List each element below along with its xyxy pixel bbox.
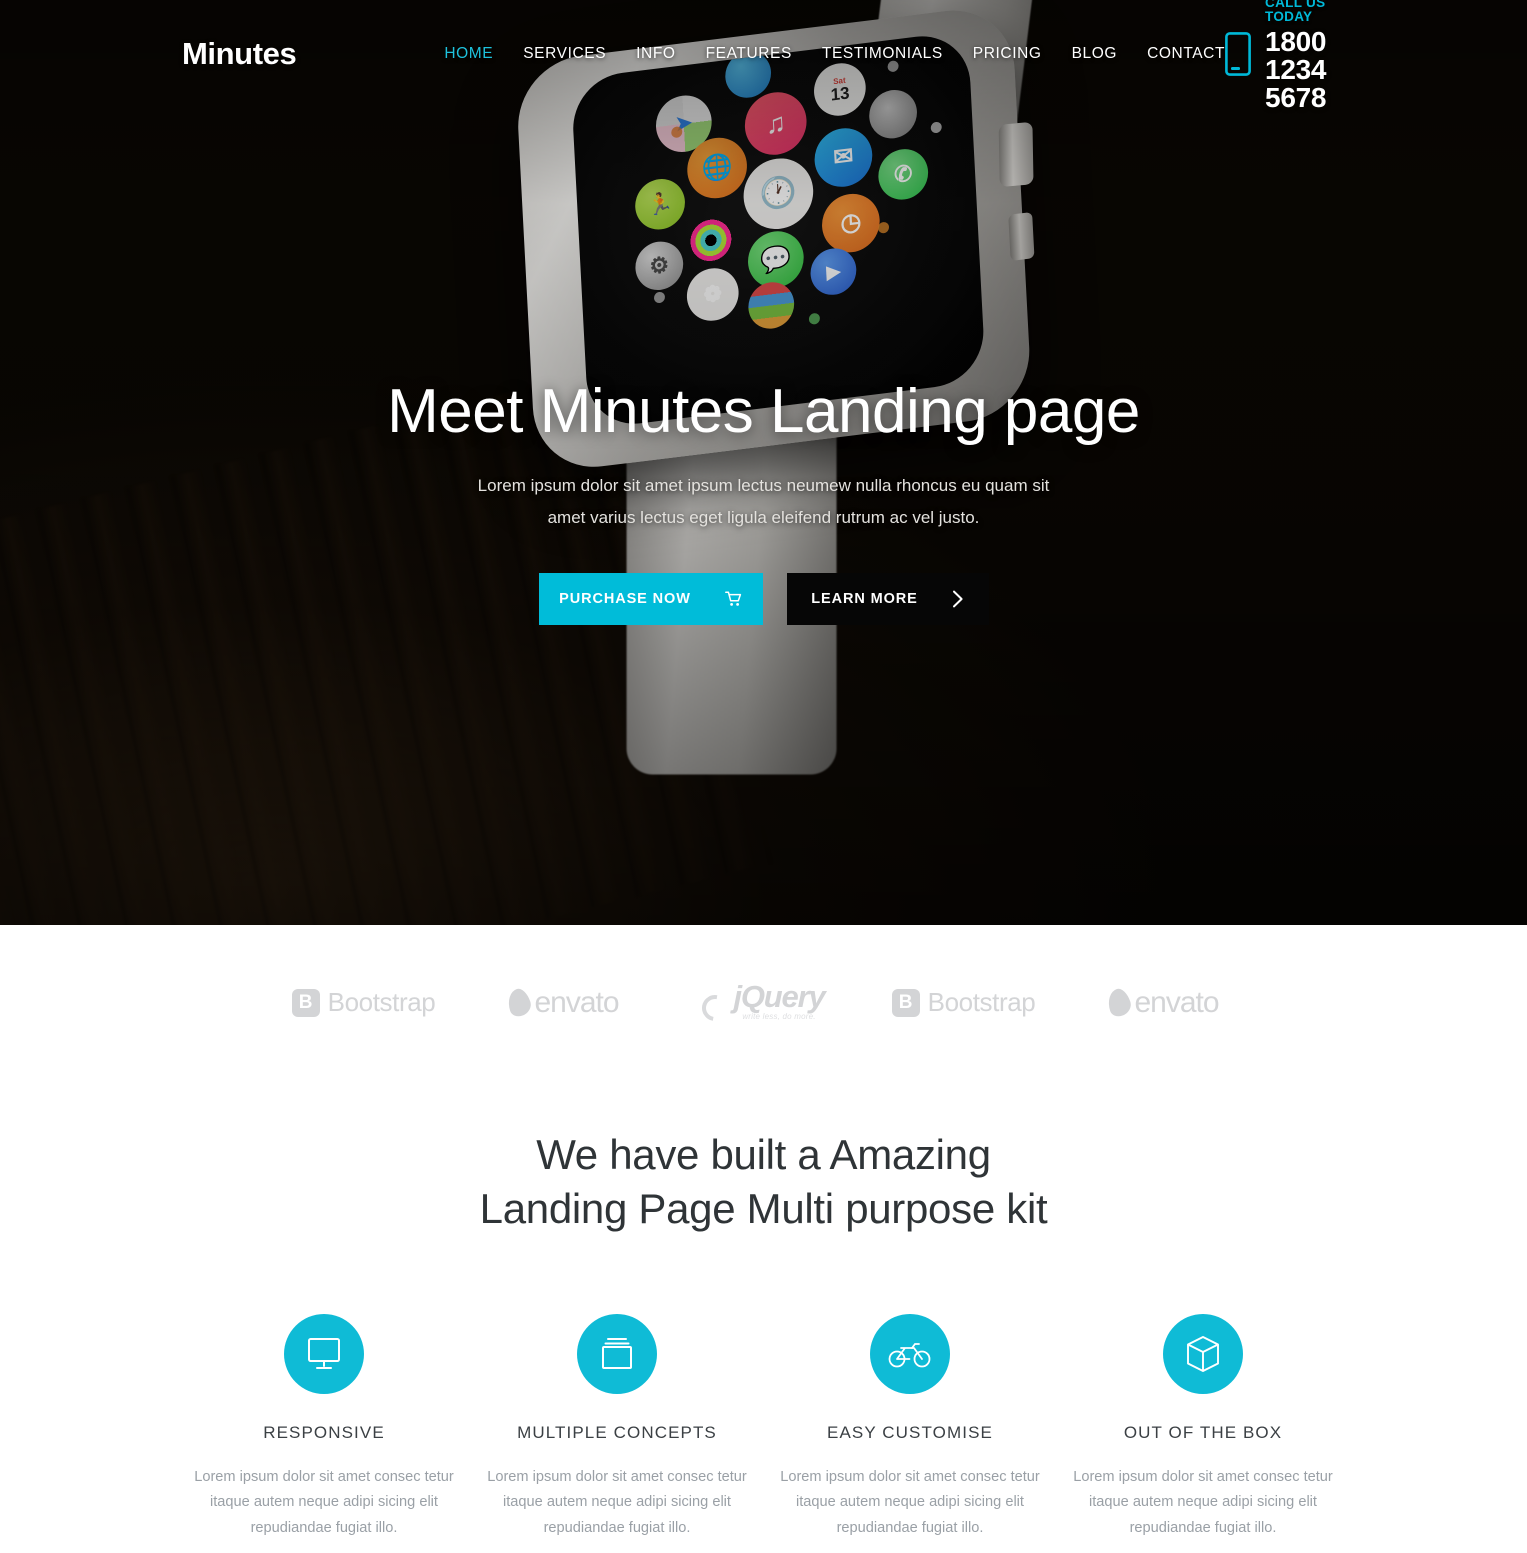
- hero-subtitle: Lorem ipsum dolor sit amet ipsum lectus …: [0, 470, 1527, 533]
- hero-subtitle-line-2: amet varius lectus eget ligula eleifend …: [547, 507, 980, 527]
- call-us-label: CALL US TODAY: [1265, 0, 1326, 24]
- envato-logo: envato: [504, 985, 620, 1020]
- feature-grid: RESPONSIVE Lorem ipsum dolor sit amet co…: [0, 1313, 1527, 1542]
- purchase-now-button[interactable]: PURCHASE NOW: [538, 573, 763, 626]
- feature-card-responsive[interactable]: RESPONSIVE Lorem ipsum dolor sit amet co…: [178, 1313, 471, 1542]
- nav-item-pricing[interactable]: PRICING: [973, 45, 1042, 63]
- section-title-line-1: We have built a Amazing: [536, 1131, 991, 1178]
- feature-description: Lorem ipsum dolor sit amet consec tetur …: [780, 1468, 1040, 1536]
- feature-title: RESPONSIVE: [263, 1422, 385, 1442]
- monitor-icon: [284, 1313, 364, 1394]
- jquery-wordmark: jQuery write less, do more.: [733, 981, 825, 1021]
- bootstrap-logo: B Bootstrap: [291, 987, 436, 1018]
- learn-more-label: LEARN MORE: [811, 591, 918, 608]
- call-us-text: CALL US TODAY 1800 1234 5678: [1265, 0, 1343, 112]
- mobile-phone-icon: [1225, 32, 1251, 76]
- logo-label: envato: [1134, 985, 1219, 1019]
- main-navigation: HOME SERVICES INFO FEATURES TESTIMONIALS…: [444, 45, 1225, 63]
- nav-item-services[interactable]: SERVICES: [523, 45, 606, 63]
- jquery-logo: jQuery write less, do more.: [697, 981, 826, 1027]
- nav-item-features[interactable]: FEATURES: [706, 45, 792, 63]
- envato-leaf-icon: [1104, 986, 1135, 1019]
- nav-item-info[interactable]: INFO: [636, 45, 675, 63]
- jquery-swirl-icon: [697, 989, 734, 1027]
- cube-box-icon: [1163, 1313, 1243, 1394]
- hero-content: Meet Minutes Landing page Lorem ipsum do…: [0, 377, 1527, 626]
- feature-card-easy-customise[interactable]: EASY CUSTOMISE Lorem ipsum dolor sit ame…: [764, 1313, 1057, 1542]
- site-logo[interactable]: Minutes: [182, 36, 297, 72]
- hero-title: Meet Minutes Landing page: [387, 377, 1140, 446]
- logo-label: Bootstrap: [327, 987, 436, 1017]
- envato-logo: envato: [1104, 985, 1220, 1020]
- bootstrap-logo: B Bootstrap: [891, 987, 1036, 1018]
- shopping-cart-icon: [724, 591, 742, 607]
- feature-description: Lorem ipsum dolor sit amet consec tetur …: [1073, 1468, 1333, 1536]
- hero-button-row: PURCHASE NOW LEARN MORE: [0, 573, 1527, 626]
- bootstrap-badge-icon: B: [891, 988, 920, 1017]
- logo-item[interactable]: jQuery write less, do more.: [664, 981, 864, 1027]
- logo-item[interactable]: envato: [1064, 986, 1264, 1020]
- logo-item[interactable]: B Bootstrap: [864, 987, 1064, 1018]
- feature-card-multiple-concepts[interactable]: MULTIPLE CONCEPTS Lorem ipsum dolor sit …: [471, 1313, 764, 1542]
- windows-stack-icon: [577, 1313, 657, 1394]
- jquery-tagline: write less, do more.: [742, 1012, 816, 1021]
- nav-item-testimonials[interactable]: TESTIMONIALS: [822, 45, 943, 63]
- features-section: We have built a Amazing Landing Page Mul…: [0, 1080, 1527, 1542]
- feature-title: EASY CUSTOMISE: [827, 1422, 993, 1442]
- hero-subtitle-line-1: Lorem ipsum dolor sit amet ipsum lectus …: [477, 476, 1050, 496]
- feature-title: OUT OF THE BOX: [1123, 1422, 1283, 1442]
- envato-leaf-icon: [504, 986, 535, 1019]
- logo-item[interactable]: B Bootstrap: [264, 987, 464, 1018]
- logo-label: jQuery: [733, 979, 825, 1014]
- nav-item-home[interactable]: HOME: [444, 45, 493, 63]
- feature-description: Lorem ipsum dolor sit amet consec tetur …: [194, 1468, 454, 1536]
- call-us-number: 1800 1234 5678: [1265, 26, 1327, 113]
- site-header: Minutes HOME SERVICES INFO FEATURES TEST…: [0, 0, 1527, 112]
- section-title-line-2: Landing Page Multi purpose kit: [479, 1184, 1048, 1232]
- feature-title: MULTIPLE CONCEPTS: [517, 1422, 717, 1442]
- purchase-now-label: PURCHASE NOW: [559, 591, 691, 608]
- bootstrap-badge-icon: B: [291, 988, 320, 1017]
- logo-label: Bootstrap: [927, 987, 1036, 1017]
- nav-item-blog[interactable]: BLOG: [1072, 45, 1117, 63]
- nav-item-contact[interactable]: CONTACT: [1147, 45, 1225, 63]
- feature-card-out-of-the-box[interactable]: OUT OF THE BOX Lorem ipsum dolor sit ame…: [1057, 1313, 1350, 1542]
- learn-more-button[interactable]: LEARN MORE: [786, 573, 989, 626]
- logo-item[interactable]: envato: [464, 986, 664, 1020]
- hero-section: ➤ Sat13 ♫ 🌐 ✉ 🏃 🕐: [0, 0, 1527, 925]
- feature-description: Lorem ipsum dolor sit amet consec tetur …: [487, 1468, 747, 1536]
- section-title: We have built a Amazing Landing Page Mul…: [0, 1128, 1527, 1236]
- bicycle-icon: [870, 1313, 950, 1394]
- call-us-block[interactable]: CALL US TODAY 1800 1234 5678: [1225, 0, 1343, 112]
- chevron-right-icon: [952, 590, 964, 608]
- client-logo-strip: B Bootstrap envato jQuery write less, do…: [0, 925, 1527, 1080]
- logo-label: envato: [534, 985, 619, 1019]
